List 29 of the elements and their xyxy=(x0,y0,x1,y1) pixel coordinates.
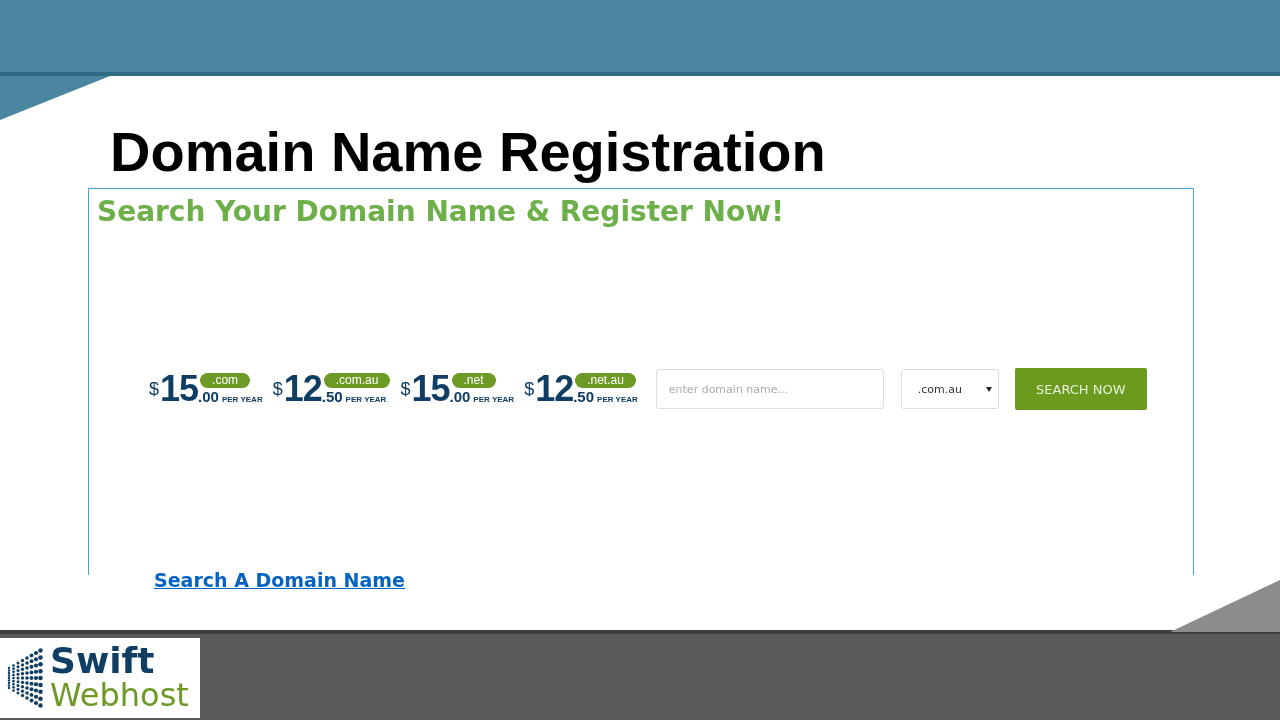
currency-sign: $ xyxy=(400,378,411,399)
currency-sign: $ xyxy=(524,378,535,400)
price-amount: 15 xyxy=(411,373,450,405)
page-heading: Search Your Domain Name & Register Now! xyxy=(97,195,785,228)
currency-sign: $ xyxy=(272,378,283,400)
extension-dropdown[interactable]: .com.au xyxy=(900,369,999,409)
price-amount: 12 xyxy=(535,373,574,405)
price-period: PER YEAR xyxy=(221,395,263,404)
price-cents: .00 xyxy=(198,388,219,405)
dot-grid-logo-icon xyxy=(6,646,46,710)
currency-sign: $ xyxy=(149,378,159,400)
caret-icon xyxy=(985,386,992,392)
logo-text: Webhost xyxy=(50,678,189,712)
domain-extension-tag: .net xyxy=(451,373,496,388)
price-period: PER YEAR xyxy=(597,395,638,404)
price-amount: 15 xyxy=(160,373,199,405)
domain-extension-tag: .com.au xyxy=(323,373,391,388)
logo-text: Swift xyxy=(50,644,156,678)
domain-search-field[interactable]: enter domain name... xyxy=(655,369,884,409)
price-cents: .00 xyxy=(449,388,471,405)
search-domain-link[interactable]: Search A Domain Name xyxy=(154,569,405,591)
price-period: PER YEAR xyxy=(345,395,387,404)
price-cents: .50 xyxy=(573,388,595,405)
domain-extension-tag: .com xyxy=(200,373,251,388)
price-amount: 12 xyxy=(283,373,322,405)
price-period: PER YEAR xyxy=(473,395,515,404)
slide-title: Domain Name Registration xyxy=(110,120,827,184)
domain-extension-tag: .net.au xyxy=(575,373,636,388)
price-cents: .50 xyxy=(321,388,343,405)
